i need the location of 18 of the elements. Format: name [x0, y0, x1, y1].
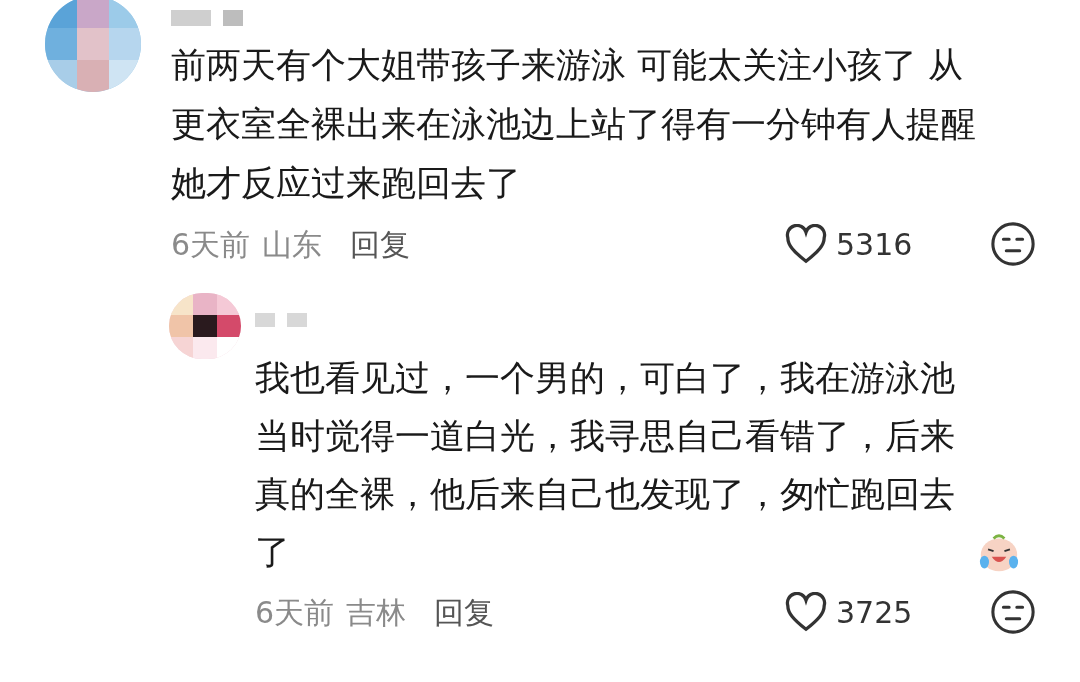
avatar-pixelated	[169, 293, 241, 359]
heart-icon[interactable]	[784, 224, 828, 264]
username-redacted	[255, 313, 307, 327]
neutral-face-icon[interactable]	[990, 589, 1036, 635]
comment-text: 前两天有个大姐带孩子来游泳 可能太关注小孩了 从更衣室全裸出来在泳池边上站了得有一分钟有人提醒她才反应过来跑回去了	[171, 44, 977, 205]
comment-location: 山东	[262, 225, 323, 264]
comment-time: 6天前	[255, 593, 335, 632]
comment-location: 吉林	[346, 593, 407, 632]
reply-link[interactable]: 回复	[350, 221, 411, 267]
crying-laughing-emoji-icon	[977, 533, 1021, 573]
like-count: 3725	[836, 593, 914, 632]
heart-icon[interactable]	[784, 592, 828, 632]
username-redacted	[171, 10, 243, 26]
like-count: 5316	[836, 225, 914, 264]
comment-time: 6天前	[171, 225, 251, 264]
neutral-face-icon[interactable]	[990, 221, 1036, 267]
reply-text: 我也看见过，一个男的，可白了，我在游泳池当时觉得一道白光，我寻思自己看错了，后来真的全裸，他后来自己也发现了，匆忙跑回去了	[255, 357, 956, 574]
reply-link[interactable]: 回复	[434, 589, 495, 635]
